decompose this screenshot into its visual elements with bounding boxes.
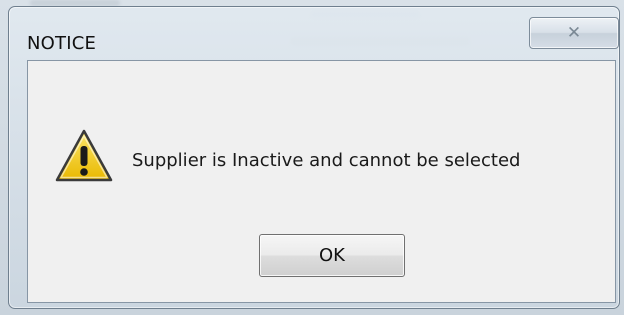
close-button[interactable]: ✕ (529, 17, 619, 49)
dialog-message: Supplier is Inactive and cannot be selec… (132, 150, 521, 171)
close-icon: ✕ (566, 22, 582, 43)
warning-icon (54, 128, 114, 184)
notice-dialog: NOTICE ✕ Supplier is Inactive and cannot… (8, 6, 620, 309)
dialog-body: Supplier is Inactive and cannot be selec… (27, 60, 616, 303)
dialog-title: NOTICE (27, 33, 97, 54)
ok-button[interactable]: OK (259, 234, 405, 277)
